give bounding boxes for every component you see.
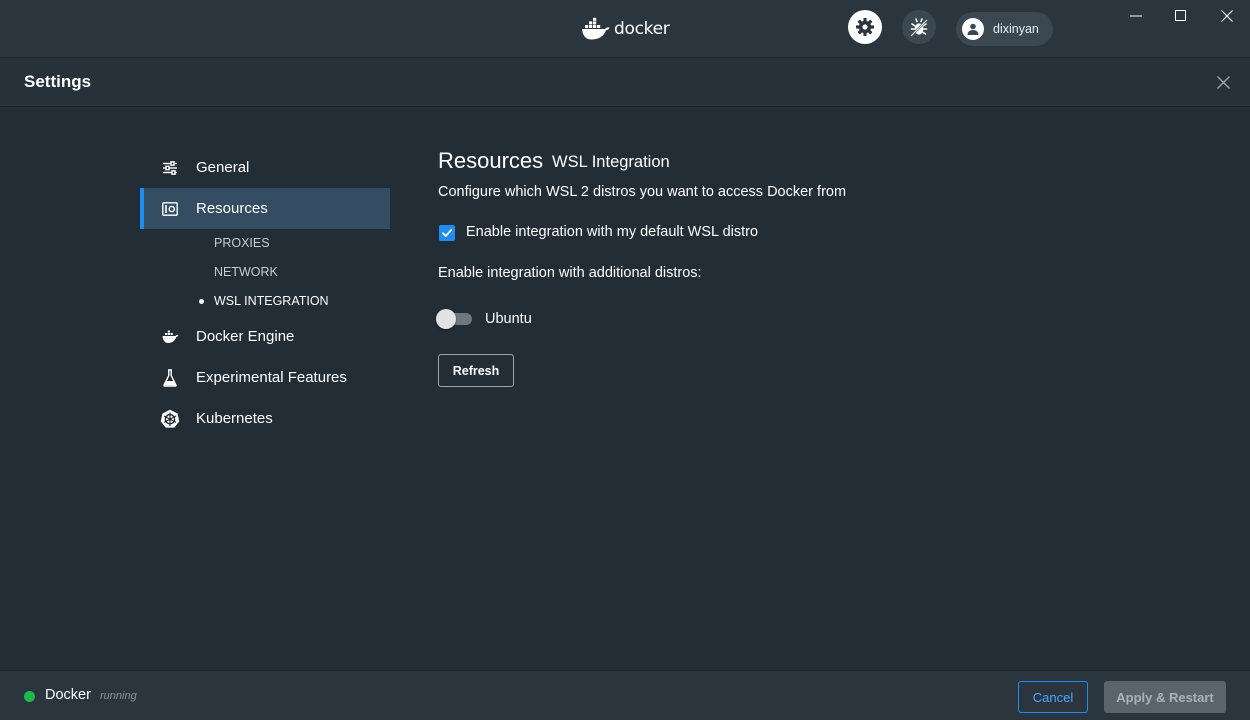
subnav-item-network[interactable]: NETWORK	[214, 265, 278, 279]
troubleshoot-button[interactable]	[902, 10, 936, 44]
sidebar-item-experimental-features[interactable]: Experimental Features	[140, 357, 390, 398]
resources-icon	[160, 199, 180, 219]
status-indicator	[24, 691, 35, 702]
gear-icon	[856, 18, 874, 36]
apply-restart-button[interactable]: Apply & Restart	[1104, 681, 1226, 713]
maximize-button[interactable]	[1169, 4, 1193, 28]
window-close-button[interactable]	[1215, 4, 1239, 28]
docker-whale-icon	[582, 17, 610, 40]
ubuntu-toggle[interactable]	[436, 309, 474, 329]
section-description: Configure which WSL 2 distros you want t…	[438, 184, 847, 200]
settings-header: Settings	[0, 58, 1250, 107]
sidebar-item-resources[interactable]: Resources	[140, 188, 390, 229]
sidebar-item-label: Resources	[196, 200, 268, 217]
status-bar: Docker running Cancel Apply & Restart	[0, 670, 1250, 720]
engine-status: running	[100, 690, 137, 702]
current-item-bullet	[199, 299, 204, 304]
sidebar-item-label: General	[196, 159, 250, 176]
cancel-button[interactable]: Cancel	[1018, 681, 1088, 713]
minimize-button[interactable]	[1124, 4, 1148, 28]
docker-logo: docker	[581, 16, 670, 42]
sidebar-item-docker-engine[interactable]: Docker Engine	[140, 316, 390, 357]
sidebar-item-label: Experimental Features	[196, 369, 347, 386]
close-icon	[1216, 75, 1230, 89]
refresh-button[interactable]: Refresh	[438, 354, 514, 387]
sidebar-item-label: Kubernetes	[196, 410, 273, 427]
default-distro-label[interactable]: Enable integration with my default WSL d…	[466, 224, 758, 240]
page-title: Settings	[24, 72, 92, 91]
bug-icon	[910, 18, 928, 37]
user-icon	[962, 18, 984, 40]
section-subtitle: WSL Integration	[552, 153, 670, 171]
helm-wheel-icon	[160, 409, 180, 429]
subnav-item-proxies[interactable]: PROXIES	[214, 236, 270, 250]
sidebar-item-general[interactable]: General	[140, 147, 390, 188]
title-bar: docker dixinyan	[0, 0, 1250, 58]
user-account-button[interactable]: dixinyan	[956, 12, 1053, 46]
checkmark-icon	[442, 229, 453, 237]
subnav-item-wsl-integration[interactable]: WSL INTEGRATION	[214, 294, 329, 308]
default-distro-checkbox[interactable]	[439, 225, 455, 241]
additional-distros-label: Enable integration with additional distr…	[438, 265, 702, 281]
app-name: Docker	[45, 687, 91, 703]
brand-name: docker	[614, 19, 670, 39]
sliders-icon	[160, 158, 180, 178]
maximize-icon	[1175, 10, 1186, 21]
close-icon	[1221, 10, 1233, 22]
minimize-icon	[1130, 15, 1142, 17]
settings-close-button[interactable]	[1213, 72, 1233, 92]
sidebar-item-kubernetes[interactable]: Kubernetes	[140, 398, 390, 439]
settings-button[interactable]	[848, 10, 882, 44]
toggle-knob	[436, 309, 456, 329]
whale-icon	[160, 327, 180, 347]
distro-name: Ubuntu	[485, 311, 532, 327]
section-title: Resources	[438, 148, 544, 173]
flask-icon	[160, 368, 180, 388]
sidebar-item-label: Docker Engine	[196, 328, 295, 345]
username: dixinyan	[993, 22, 1039, 36]
